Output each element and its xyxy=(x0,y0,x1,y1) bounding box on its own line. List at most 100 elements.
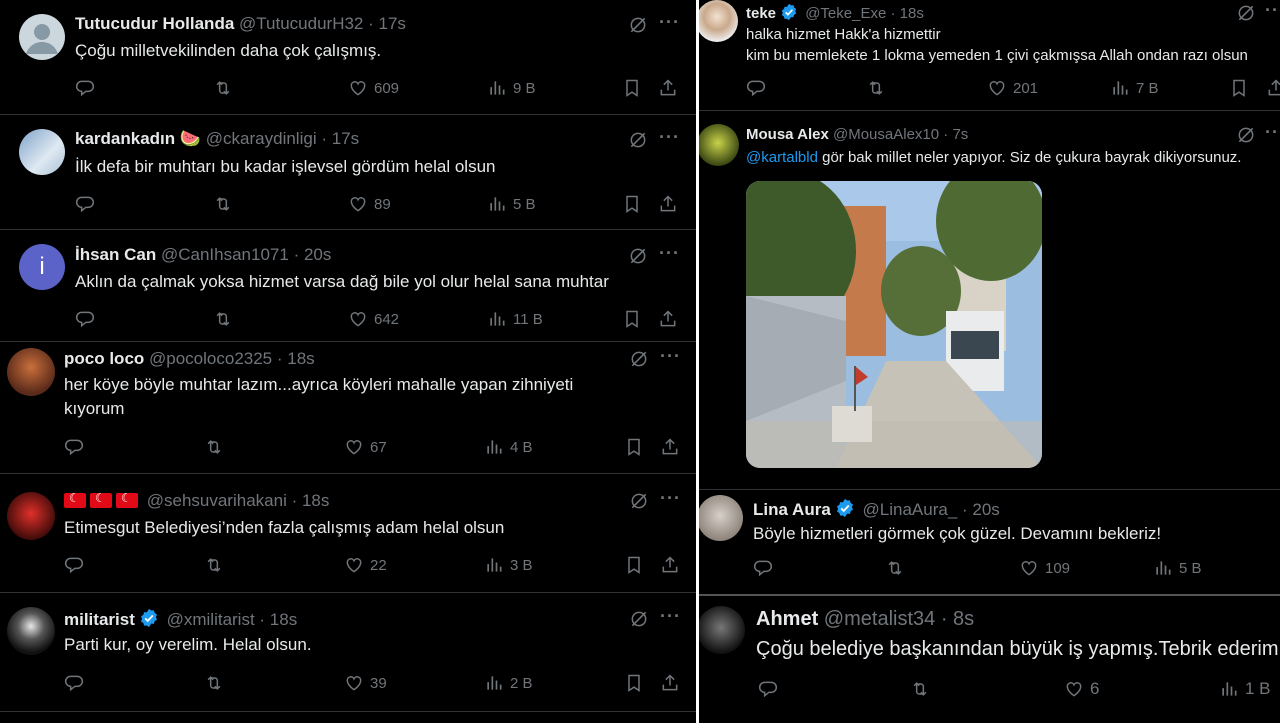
bookmark-button[interactable] xyxy=(622,194,642,214)
reply-button[interactable] xyxy=(753,558,773,578)
default-avatar-icon[interactable] xyxy=(19,14,65,60)
retweet-button[interactable] xyxy=(204,437,224,457)
portrait-avatar[interactable] xyxy=(699,0,738,42)
retweet-button[interactable] xyxy=(213,309,233,329)
user-handle[interactable]: @Teke_Exe xyxy=(805,5,886,22)
like-button[interactable]: 609 xyxy=(348,78,399,98)
more-options-icon[interactable]: ··· xyxy=(660,488,681,509)
tweet[interactable]: poco loco @pocoloco2325 · 18s ··· her kö… xyxy=(0,342,696,474)
like-button[interactable]: 22 xyxy=(344,555,387,575)
reply-button[interactable] xyxy=(746,78,766,98)
share-button[interactable] xyxy=(660,555,680,575)
grok-icon[interactable] xyxy=(1236,125,1256,145)
like-button[interactable]: 109 xyxy=(1019,558,1070,578)
timestamp[interactable]: · 18s xyxy=(259,610,297,629)
like-button[interactable]: 6 xyxy=(1064,679,1099,699)
reply-button[interactable] xyxy=(758,679,778,699)
tweet[interactable]: teke @Teke_Exe · 18s ··· halka hizmet Ha… xyxy=(699,0,1280,111)
views-button[interactable]: 4 B xyxy=(484,437,533,457)
letter-avatar[interactable]: i xyxy=(19,244,65,290)
views-button[interactable]: 5 B xyxy=(1153,558,1202,578)
timestamp[interactable]: · 17s xyxy=(368,14,406,33)
display-name[interactable]: Tutucudur Hollanda xyxy=(75,14,234,33)
reply-button[interactable] xyxy=(64,555,84,575)
user-handle[interactable]: @LinaAura_ xyxy=(863,500,958,519)
grok-icon[interactable] xyxy=(628,130,648,150)
tweet[interactable]: kardankadın 🍉 @ckaraydinligi · 17s ··· İ… xyxy=(0,115,696,230)
like-button[interactable]: 67 xyxy=(344,437,387,457)
tweet[interactable]: @sehsuvarihakani · 18s ··· Etimesgut Bel… xyxy=(0,474,696,593)
grok-icon[interactable] xyxy=(629,349,649,369)
display-name[interactable]: kardankadın xyxy=(75,129,175,148)
retweet-button[interactable] xyxy=(213,194,233,214)
views-button[interactable]: 5 B xyxy=(487,194,536,214)
bookmark-button[interactable] xyxy=(622,78,642,98)
like-button[interactable]: 89 xyxy=(348,194,391,214)
street-photo[interactable] xyxy=(746,181,1042,468)
more-options-icon[interactable]: ··· xyxy=(1265,0,1280,21)
bookmark-button[interactable] xyxy=(624,673,644,693)
bookmark-button[interactable] xyxy=(622,309,642,329)
bookmark-button[interactable] xyxy=(624,555,644,575)
tweet[interactable]: Mousa Alex @MousaAlex10 · 7s ··· @kartal… xyxy=(699,111,1280,488)
share-button[interactable] xyxy=(1266,78,1280,98)
timestamp[interactable]: · 20s xyxy=(962,500,1000,519)
like-button[interactable]: 201 xyxy=(987,78,1038,98)
views-button[interactable]: 7 B xyxy=(1110,78,1159,98)
more-options-icon[interactable]: ··· xyxy=(1265,122,1280,143)
more-options-icon[interactable]: ··· xyxy=(660,606,681,627)
bookmark-button[interactable] xyxy=(1229,78,1249,98)
timestamp[interactable]: · 18s xyxy=(277,349,315,368)
user-handle[interactable]: @metalist34 xyxy=(824,608,935,630)
profile-avatar[interactable] xyxy=(699,124,739,166)
tweet[interactable]: Ahmet @metalist34 · 8s Çoğu belediye baş… xyxy=(699,594,1280,723)
display-name[interactable]: Lina Aura xyxy=(753,500,831,519)
like-button[interactable]: 39 xyxy=(344,673,387,693)
user-handle[interactable]: @CanIhsan1071 xyxy=(161,245,289,264)
grok-icon[interactable] xyxy=(628,246,648,266)
views-button[interactable]: 3 B xyxy=(484,555,533,575)
cartoon-avatar[interactable] xyxy=(7,348,55,396)
retweet-button[interactable] xyxy=(910,679,930,699)
user-handle[interactable]: @MousaAlex10 xyxy=(833,126,939,143)
dark-photo-avatar[interactable] xyxy=(7,607,55,655)
share-button[interactable] xyxy=(658,309,678,329)
timestamp[interactable]: · 18s xyxy=(890,5,923,22)
timestamp[interactable]: · 7s xyxy=(943,126,968,143)
red-photo-avatar[interactable] xyxy=(7,492,55,540)
user-handle[interactable]: @pocoloco2325 xyxy=(149,349,272,368)
display-name[interactable]: İhsan Can xyxy=(75,245,156,264)
share-button[interactable] xyxy=(660,673,680,693)
views-button[interactable]: 11 B xyxy=(487,309,543,329)
user-handle[interactable]: @ckaraydinligi xyxy=(206,129,317,148)
reply-button[interactable] xyxy=(64,673,84,693)
snowman-avatar[interactable] xyxy=(19,129,65,175)
more-options-icon[interactable]: ··· xyxy=(659,127,680,148)
tweet[interactable]: i İhsan Can @CanIhsan1071 · 20s ··· Aklı… xyxy=(0,230,696,342)
mention-link[interactable]: @kartalbld xyxy=(746,149,818,166)
timestamp[interactable]: · 17s xyxy=(321,129,359,148)
retweet-button[interactable] xyxy=(866,78,886,98)
tweet[interactable]: Tutucudur Hollanda @TutucudurH32 · 17s ·… xyxy=(0,0,696,115)
reply-button[interactable] xyxy=(64,437,84,457)
display-name[interactable]: Mousa Alex xyxy=(746,126,829,143)
views-button[interactable]: 2 B xyxy=(484,673,533,693)
profile-avatar[interactable] xyxy=(699,495,743,541)
profile-avatar[interactable] xyxy=(699,606,745,654)
tweet[interactable]: Lina Aura @LinaAura_ · 20s Böyle hizmetl… xyxy=(699,489,1280,595)
reply-button[interactable] xyxy=(75,194,95,214)
like-button[interactable]: 642 xyxy=(348,309,399,329)
display-name[interactable]: teke xyxy=(746,5,776,22)
display-name[interactable]: militarist xyxy=(64,610,135,629)
user-handle[interactable]: @sehsuvarihakani xyxy=(147,491,287,510)
share-button[interactable] xyxy=(658,78,678,98)
grok-icon[interactable] xyxy=(629,491,649,511)
timestamp[interactable]: · 18s xyxy=(292,491,330,510)
share-button[interactable] xyxy=(660,437,680,457)
bookmark-button[interactable] xyxy=(624,437,644,457)
tweet[interactable]: militarist @xmilitarist · 18s ··· Parti … xyxy=(0,593,696,712)
timestamp[interactable]: · 20s xyxy=(294,245,332,264)
retweet-button[interactable] xyxy=(213,78,233,98)
more-options-icon[interactable]: ··· xyxy=(659,243,680,264)
more-options-icon[interactable]: ··· xyxy=(659,12,680,33)
